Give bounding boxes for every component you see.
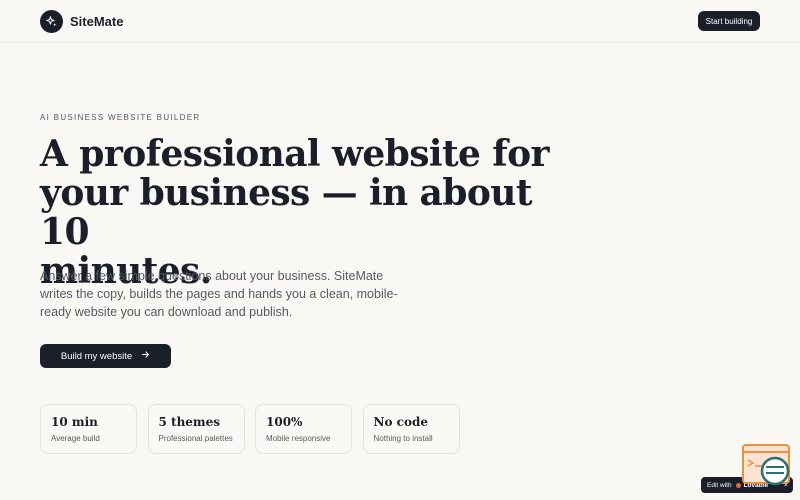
stat-label: Average build — [51, 434, 100, 443]
stat-card: No code Nothing to install — [362, 404, 460, 454]
start-building-button[interactable]: Start building — [698, 11, 760, 31]
site-header: SiteMate Start building — [0, 0, 800, 43]
headline-line-2: your business — in about 10 — [40, 172, 532, 253]
hero-eyebrow: AI BUSINESS WEBSITE BUILDER — [40, 113, 201, 122]
arrow-right-icon — [141, 350, 150, 362]
stat-label: Mobile responsive — [266, 434, 331, 443]
stat-label: Professional palettes — [158, 434, 233, 443]
stat-value: 5 themes — [158, 415, 221, 429]
stat-card: 100% Mobile responsive — [255, 404, 352, 454]
chat-widget-icon[interactable] — [742, 444, 790, 488]
headline-line-1: A professional website for — [40, 133, 549, 175]
stat-card: 5 themes Professional palettes — [147, 404, 245, 454]
lovable-heart-icon — [735, 482, 741, 488]
edit-badge-prefix: Edit with — [707, 481, 732, 489]
stat-value: 10 min — [51, 415, 98, 429]
stat-card: 10 min Average build — [40, 404, 137, 454]
stat-value: 100% — [266, 415, 303, 429]
logo[interactable]: SiteMate — [40, 10, 123, 33]
stat-label: Nothing to install — [373, 434, 433, 443]
brand-name: SiteMate — [70, 14, 124, 29]
stats-row: 10 min Average build 5 themes Profession… — [40, 404, 470, 454]
stat-value: No code — [373, 415, 429, 429]
build-my-website-button[interactable]: Build my website — [40, 344, 171, 368]
build-button-label: Build my website — [60, 350, 133, 362]
hero-description: Answer a few simple questions about your… — [40, 269, 398, 319]
sparkles-icon — [40, 10, 63, 33]
